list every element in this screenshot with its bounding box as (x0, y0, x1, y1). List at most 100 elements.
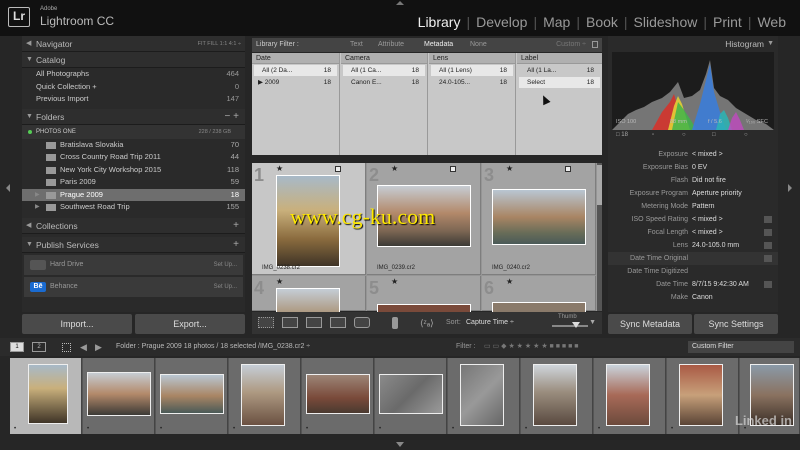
zoom-options[interactable]: FIT FILL 1:1 4:1 ÷ (198, 36, 241, 52)
filter-tab-metadata[interactable]: Metadata (424, 38, 453, 52)
go-to-icon[interactable] (764, 216, 772, 223)
star-icon[interactable]: ★ (506, 164, 513, 173)
folder-item[interactable]: New York City Workshop 2015 118 (22, 164, 245, 177)
module-develop[interactable]: Develop (470, 14, 533, 30)
flag-filter-icons[interactable]: ▭ ▭ ◆ ★ ★ ★ ★ ★ ■ ■ ■ ■ ■ (484, 338, 578, 356)
collections-header[interactable]: ◀ Collections + (22, 217, 245, 234)
filmstrip-thumb[interactable]: • (302, 358, 374, 434)
left-panel-toggle-icon[interactable] (6, 184, 10, 192)
survey-view-icon[interactable] (330, 317, 346, 328)
grid-cell[interactable]: 5 ★ (367, 276, 481, 312)
sync-settings-button[interactable]: Sync Settings (694, 314, 778, 334)
module-library[interactable]: Library (412, 14, 467, 30)
import-button[interactable]: Import... (22, 314, 132, 334)
filter-preset-dropdown[interactable]: Custom Filter (688, 341, 794, 353)
export-button[interactable]: Export... (135, 314, 245, 334)
pick-checkbox[interactable] (450, 166, 456, 172)
filter-row[interactable]: All (1 La... 18 (519, 65, 600, 76)
photo-thumbnail[interactable] (276, 288, 340, 312)
redeye-icon[interactable]: □ (712, 132, 716, 138)
photo-thumbnail[interactable] (377, 304, 471, 312)
filter-tab-none[interactable]: None (470, 38, 487, 52)
filmstrip-thumb[interactable]: • (667, 358, 739, 434)
go-to-icon[interactable] (764, 242, 772, 249)
filmstrip-thumb[interactable]: • (521, 358, 593, 434)
column-header[interactable]: Label (517, 53, 602, 64)
folder-item[interactable]: Paris 2009 59 (22, 176, 245, 189)
star-icon[interactable]: ★ (276, 164, 283, 173)
folder-item[interactable]: ▶ Southwest Road Trip 155 (22, 201, 245, 214)
right-panel-toggle-icon[interactable] (788, 184, 792, 192)
column-header[interactable]: Lens (429, 53, 515, 64)
publish-service-hard-drive[interactable]: Hard Drive Set Up... (24, 254, 243, 275)
grid-scrollbar[interactable] (597, 163, 602, 311)
back-arrow-icon[interactable]: ◀ (80, 338, 87, 356)
filter-row[interactable]: ▶ 2009 18 (254, 77, 337, 88)
folders-header[interactable]: ▼ Folders − + (22, 108, 245, 125)
disclosure-icon[interactable]: ▶ (35, 201, 40, 214)
module-slideshow[interactable]: Slideshow (628, 14, 704, 30)
star-icon[interactable]: ★ (276, 277, 283, 286)
go-to-icon[interactable] (764, 281, 772, 288)
module-book[interactable]: Book (580, 14, 624, 30)
filter-row[interactable]: 24.0-105... 18 (431, 77, 513, 88)
folder-item[interactable]: Cross Country Road Trip 2011 44 (22, 151, 245, 164)
add-collection-icon[interactable]: + (233, 218, 239, 234)
thumbnail-size-slider[interactable] (552, 325, 588, 327)
catalog-item-all-photographs[interactable]: All Photographs 464 (22, 68, 245, 81)
top-panel-toggle-icon[interactable] (396, 1, 404, 5)
publish-service-behance[interactable]: Bē Behance Set Up... (24, 276, 243, 297)
filter-row[interactable]: All (2 Da... 18 (254, 65, 337, 76)
sort-dropdown[interactable]: Capture Time ÷ (466, 312, 514, 334)
publish-services-header[interactable]: ▼ Publish Services + (22, 236, 245, 253)
filter-tab-text[interactable]: Text (350, 38, 363, 52)
filmstrip-thumb[interactable]: • (594, 358, 666, 434)
filmstrip-thumb[interactable]: • (83, 358, 155, 434)
filmstrip-source[interactable]: Folder : Prague 2009 18 photos / 18 sele… (116, 338, 310, 356)
grid-cell[interactable]: 4 ★ (252, 276, 366, 312)
filter-row[interactable]: All (1 Lens) 18 (431, 65, 513, 76)
sort-direction-icon[interactable]: ⟨ᶻₐ⟩ (420, 312, 434, 334)
grid-cell[interactable]: 6 ★ (482, 276, 596, 312)
crop-icon[interactable]: ▫ (652, 132, 654, 138)
module-print[interactable]: Print (707, 14, 748, 30)
folder-item[interactable]: Bratislava Slovakia 70 (22, 139, 245, 152)
spot-icon[interactable]: ○ (682, 132, 686, 138)
filmstrip-thumb[interactable]: • (375, 358, 447, 434)
pick-checkbox[interactable] (565, 166, 571, 172)
star-icon[interactable]: ★ (391, 164, 398, 173)
navigator-header[interactable]: ◀ Navigator FIT FILL 1:1 4:1 ÷ (22, 36, 245, 52)
catalog-item-previous-import[interactable]: Previous Import 147 (22, 93, 245, 106)
catalog-item-quick-collection[interactable]: Quick Collection + 0 (22, 81, 245, 94)
bottom-panel-toggle-icon[interactable] (396, 442, 404, 447)
filmstrip-thumb[interactable]: • (156, 358, 228, 434)
loupe-view-icon[interactable] (282, 317, 298, 328)
grid-icon[interactable] (62, 343, 71, 352)
filter-tab-attribute[interactable]: Attribute (378, 38, 404, 52)
toolbar-menu-icon[interactable]: ▼ (589, 312, 596, 334)
people-view-icon[interactable] (354, 317, 370, 328)
star-icon[interactable]: ★ (391, 277, 398, 286)
compare-view-icon[interactable] (306, 317, 322, 328)
folder-item-selected[interactable]: ▶ Prague 2009 18 (22, 188, 245, 202)
scrollbar-thumb[interactable] (597, 165, 602, 205)
star-icon[interactable]: ★ (506, 277, 513, 286)
go-to-icon[interactable] (764, 255, 772, 262)
setup-button[interactable]: Set Up... (214, 277, 237, 297)
disclosure-icon[interactable]: ▶ (35, 189, 40, 202)
forward-arrow-icon[interactable]: ▶ (95, 338, 102, 356)
histogram-header[interactable]: Histogram ▼ (608, 36, 778, 52)
filter-row[interactable]: All (1 Ca... 18 (343, 65, 425, 76)
grid-cell[interactable]: 3 ★ IMG_0240.cr2 (482, 163, 596, 275)
grid-view-icon[interactable] (258, 317, 274, 328)
filter-row-selected[interactable]: Select 18 (519, 77, 600, 88)
column-header[interactable]: Camera (341, 53, 427, 64)
catalog-header[interactable]: ▼ Catalog (22, 52, 245, 68)
volume-row[interactable]: PHOTOS ONE 228 / 238 GB (22, 124, 245, 139)
add-folder-icon[interactable]: − + (225, 109, 239, 125)
filter-preset-dropdown[interactable]: Custom ÷ (556, 38, 586, 52)
main-window-icon[interactable]: 1 (10, 342, 24, 352)
setup-button[interactable]: Set Up... (214, 255, 237, 275)
photo-thumbnail[interactable] (492, 189, 586, 245)
go-to-icon[interactable] (764, 229, 772, 236)
